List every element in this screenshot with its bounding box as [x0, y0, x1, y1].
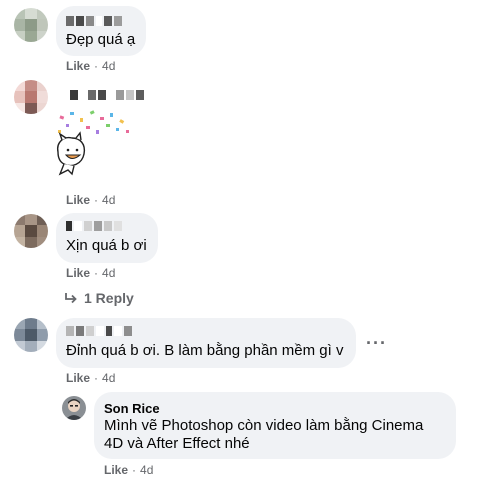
celebration-sticker: [57, 110, 129, 176]
like-button[interactable]: Like: [66, 371, 90, 385]
like-button[interactable]: Like: [66, 266, 90, 280]
comment-text: Đỉnh quá b ơi. B làm bằng phần mềm gì v: [66, 342, 344, 359]
comment-text: Đẹp quá ạ: [66, 31, 136, 48]
separator-dot: ·: [94, 371, 99, 385]
cat-character-icon: [57, 131, 86, 176]
comment-time[interactable]: 4d: [102, 193, 115, 207]
separator-dot: ·: [94, 59, 99, 73]
like-button[interactable]: Like: [104, 463, 128, 477]
separator-dot: ·: [132, 463, 137, 477]
comment-time[interactable]: 4d: [102, 59, 115, 73]
reply-arrow-icon: [65, 293, 77, 304]
comment-meta: Like · 4d: [66, 59, 115, 73]
avatar[interactable]: [14, 214, 48, 248]
comment-time[interactable]: 4d: [102, 266, 115, 280]
separator-dot: ·: [94, 266, 99, 280]
separator-dot: ·: [94, 193, 99, 207]
reply-count[interactable]: 1 Reply: [84, 290, 134, 306]
avatar[interactable]: [14, 318, 48, 352]
comment-text: Xịn quá b ơi: [66, 237, 147, 254]
comment-meta: Like · 4d: [66, 371, 115, 385]
like-button[interactable]: Like: [66, 59, 90, 73]
reply-author-avatar[interactable]: [62, 396, 86, 420]
reply-text-line-2: 4D và After Effect nhé: [104, 435, 250, 452]
commenter-name-blurred[interactable]: [70, 90, 144, 100]
comment-meta: Like · 4d: [66, 193, 115, 207]
commenter-name-blurred[interactable]: [66, 16, 122, 26]
comment-time[interactable]: 4d: [102, 371, 115, 385]
reply-time[interactable]: 4d: [140, 463, 153, 477]
profile-photo-icon: [62, 396, 86, 420]
more-options-button[interactable]: ···: [366, 333, 387, 354]
reply-meta: Like · 4d: [104, 463, 153, 477]
view-replies-link[interactable]: 1 Reply: [64, 290, 134, 306]
comment-meta: Like · 4d: [66, 266, 115, 280]
reply-author-name[interactable]: Son Rice: [104, 401, 160, 416]
commenter-name-blurred[interactable]: [66, 326, 132, 336]
reply-text-line-1: Mình vẽ Photoshop còn video làm bằng Cin…: [104, 417, 424, 434]
commenter-name-blurred[interactable]: [66, 221, 122, 231]
avatar[interactable]: [14, 80, 48, 114]
like-button[interactable]: Like: [66, 193, 90, 207]
avatar[interactable]: [14, 8, 48, 42]
confetti-icon: [58, 110, 129, 134]
